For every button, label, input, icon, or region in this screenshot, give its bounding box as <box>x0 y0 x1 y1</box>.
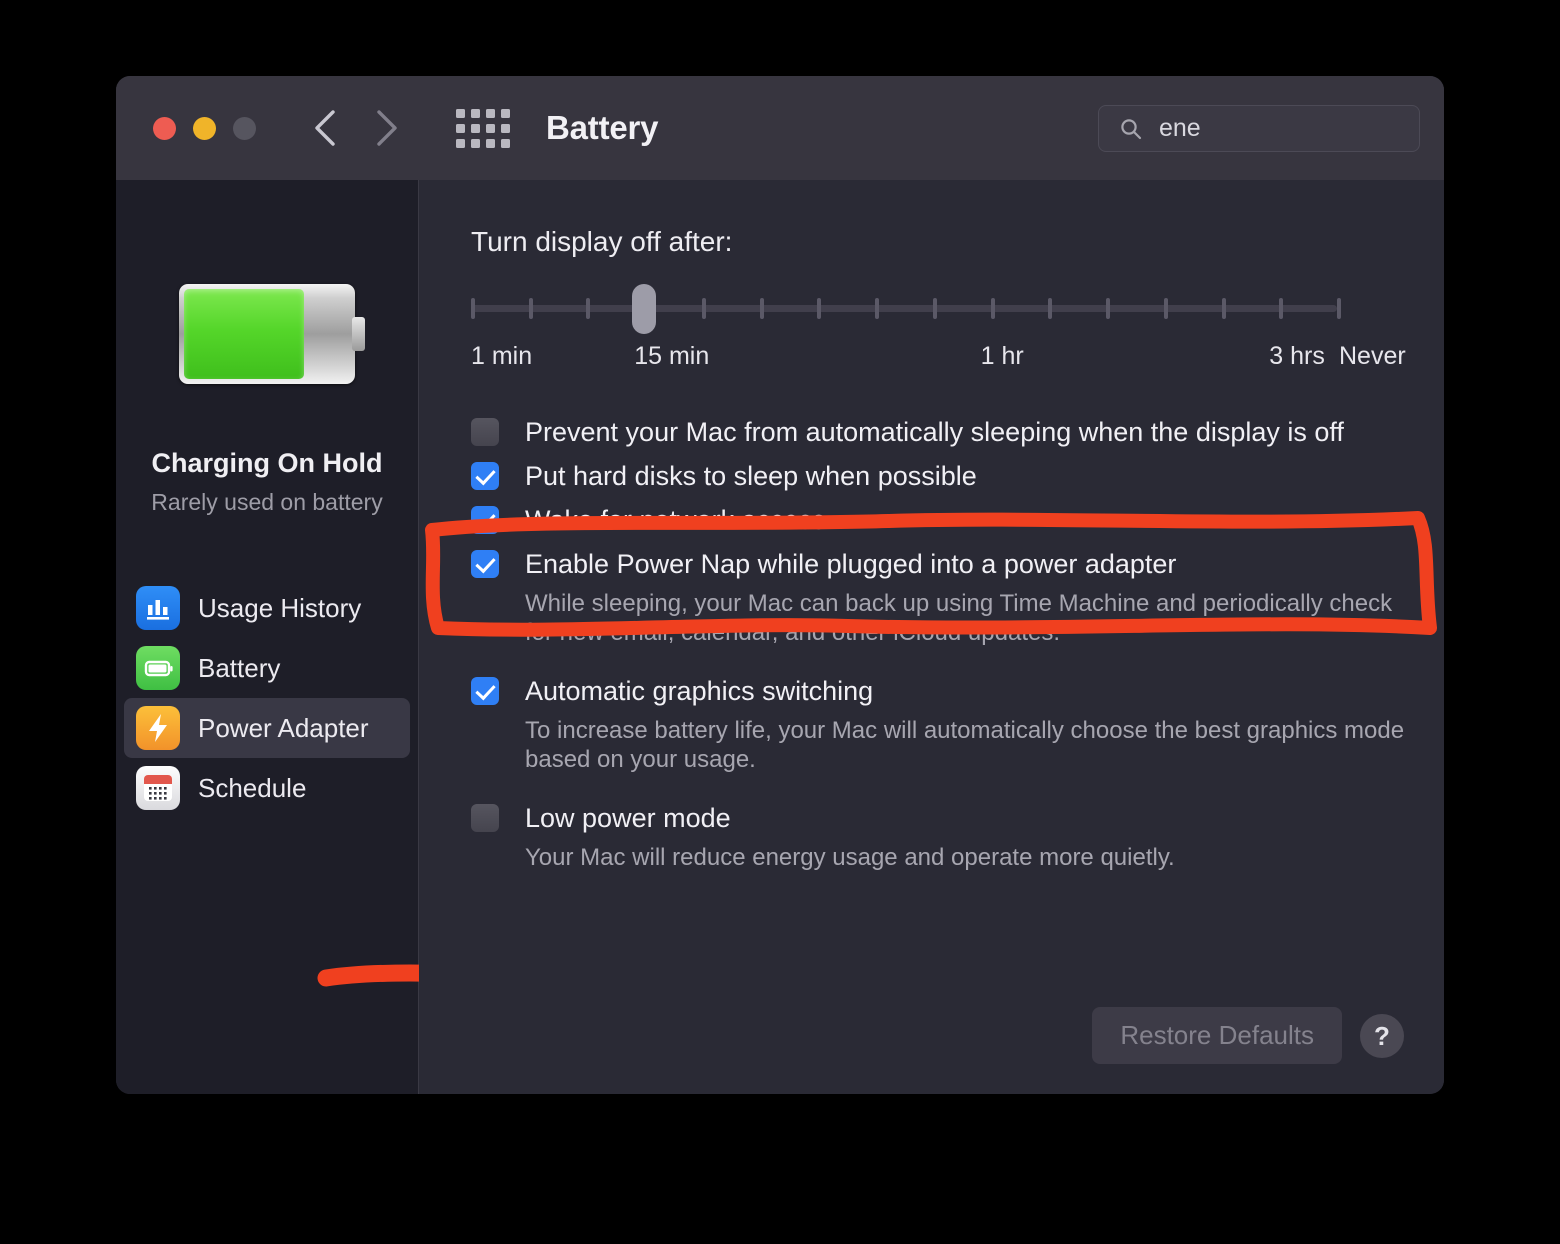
slider-tick <box>1048 298 1053 319</box>
slider-tick-labels: 1 min 15 min 1 hr 3 hrs Never <box>471 342 1406 372</box>
sidebar-nav-list: Usage History Battery Power Adapter Schedul… <box>116 578 418 818</box>
option-row[interactable]: Enable Power Nap while plugged into a po… <box>471 544 1444 647</box>
main-content: Turn display off after: 1 min 15 min 1 hr 3… <box>419 180 1444 1094</box>
option-row[interactable]: Put hard disks to sleep when possible <box>471 456 1444 496</box>
system-preferences-window: Battery ene Charging On Hold Rarely used… <box>116 76 1444 1094</box>
option-text: Automatic graphics switching To increase … <box>525 671 1425 774</box>
search-field[interactable] <box>1098 105 1444 152</box>
page-title: Battery <box>546 109 659 146</box>
option-row[interactable]: Prevent your Mac from automatically slee… <box>471 412 1444 452</box>
checkbox[interactable] <box>471 506 499 534</box>
slider-track[interactable] <box>471 305 1337 312</box>
battery-fill <box>184 289 304 379</box>
option-label: Prevent your Mac from automatically slee… <box>525 417 1344 447</box>
slider-tick <box>1221 298 1226 319</box>
window-titlebar: Battery <box>116 76 1444 180</box>
slider-tick <box>528 298 533 319</box>
slider-label: 15 min <box>634 342 710 370</box>
option-text: Wake for network access <box>525 500 826 540</box>
slider-tick <box>990 298 995 319</box>
slider-thumb[interactable] <box>632 284 657 334</box>
slider-tick <box>471 298 475 319</box>
option-row[interactable]: Wake for network access <box>471 500 1444 540</box>
option-text: Low power mode Your Mac will reduce energ… <box>525 798 1175 872</box>
battery-terminal <box>352 317 365 351</box>
slider-label: Never <box>1339 342 1406 370</box>
options-list: Prevent your Mac from automatically slee… <box>471 412 1444 896</box>
search-input[interactable] <box>1159 114 1444 143</box>
slider-tick <box>875 298 880 319</box>
slider-tick <box>817 298 822 319</box>
restore-defaults-button[interactable]: Restore Defaults <box>1092 1007 1342 1064</box>
back-chevron-icon[interactable] <box>308 107 342 149</box>
option-label: Automatic graphics switching <box>525 676 874 706</box>
sidebar-item-power-adapter[interactable]: Power Adapter <box>124 698 410 758</box>
sidebar-item-label: Usage History <box>198 592 362 623</box>
sidebar-item-label: Schedule <box>198 772 307 803</box>
option-description: Your Mac will reduce energy usage and op… <box>525 844 1175 871</box>
usage-history-icon <box>136 586 180 630</box>
option-text: Prevent your Mac from automatically slee… <box>525 412 1344 452</box>
slider-label: 1 hr <box>980 342 1024 370</box>
slider-tick <box>1163 298 1168 319</box>
battery-status-title: Charging On Hold <box>151 448 383 478</box>
slider-tick <box>1279 298 1284 319</box>
minimize-button[interactable] <box>193 116 216 140</box>
sidebar: Charging On Hold Rarely used on battery … <box>116 180 521 1094</box>
display-off-label: Turn display off after: <box>471 226 733 257</box>
navigation-buttons <box>308 107 404 149</box>
forward-chevron-icon[interactable] <box>370 107 404 149</box>
battery-graphic <box>116 284 418 384</box>
show-all-grid-icon[interactable] <box>456 108 510 148</box>
power-adapter-icon <box>136 706 180 750</box>
slider-tick <box>701 298 706 319</box>
option-label: Wake for network access <box>525 505 826 535</box>
sidebar-item-label: Power Adapter <box>198 712 369 743</box>
search-icon <box>1119 117 1143 141</box>
checkbox[interactable] <box>471 462 499 490</box>
option-text: Enable Power Nap while plugged into a po… <box>525 544 1425 647</box>
zoom-button[interactable] <box>233 116 256 140</box>
sidebar-item-label: Battery <box>198 652 281 683</box>
slider-label: 3 hrs <box>1269 342 1325 370</box>
traffic-light-buttons <box>153 116 256 140</box>
checkbox[interactable] <box>471 804 499 832</box>
slider-tick <box>1337 298 1341 319</box>
slider-tick <box>759 298 764 319</box>
option-description: To increase battery life, your Mac will … <box>525 717 1405 773</box>
screen: Battery ene Charging On Hold Rarely used… <box>0 0 1560 1244</box>
checkbox[interactable] <box>471 677 499 705</box>
option-row[interactable]: Low power mode Your Mac will reduce energ… <box>471 798 1444 872</box>
help-button[interactable]: ? <box>1360 1013 1404 1058</box>
slider-label: 1 min <box>471 342 533 370</box>
close-button[interactable] <box>153 116 176 140</box>
window-body: Charging On Hold Rarely used on battery … <box>116 180 1444 1094</box>
battery-status-subtitle: Rarely used on battery <box>151 489 383 515</box>
option-text: Put hard disks to sleep when possible <box>525 456 977 496</box>
slider-tick <box>586 298 591 319</box>
bottom-buttons: Restore Defaults ? <box>1092 1007 1404 1064</box>
slider-tick <box>932 298 937 319</box>
option-label: Low power mode <box>525 803 731 833</box>
option-label: Put hard disks to sleep when possible <box>525 461 977 491</box>
checkbox[interactable] <box>471 418 499 446</box>
sidebar-item-usage-history[interactable]: Usage History <box>124 578 410 638</box>
option-row[interactable]: Automatic graphics switching To increase … <box>471 671 1444 774</box>
checkbox[interactable] <box>471 550 499 578</box>
option-label: Enable Power Nap while plugged into a po… <box>525 549 1177 579</box>
schedule-calendar-icon <box>136 766 180 810</box>
sidebar-item-schedule[interactable]: Schedule <box>124 758 410 818</box>
slider-tick <box>1106 298 1111 319</box>
display-sleep-slider[interactable] <box>471 284 1341 334</box>
option-description: While sleeping, your Mac can back up usi… <box>525 590 1393 646</box>
battery-icon <box>136 646 180 690</box>
sidebar-item-battery[interactable]: Battery <box>124 638 410 698</box>
